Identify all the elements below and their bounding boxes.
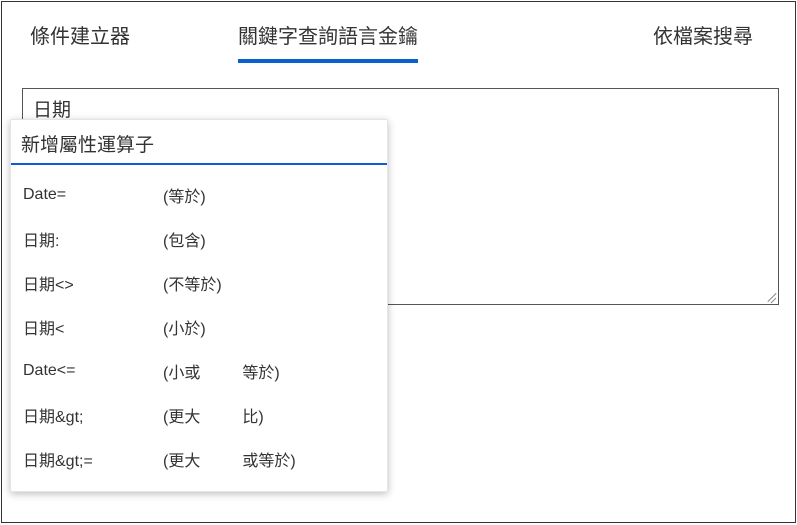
tab-kql[interactable]: 關鍵字查詢語言金鑰 — [238, 20, 418, 63]
operator-desc: (更大 — [163, 403, 200, 427]
tab-bar: 條件建立器 關鍵字查詢語言金鑰 依檔案搜尋 — [2, 2, 795, 63]
operator-desc: (包含) — [163, 227, 206, 251]
operator-key: Date<= — [23, 362, 163, 380]
dropdown-item[interactable]: 日期&gt;= (更大 或等於) — [11, 437, 387, 481]
operator-key: 日期: — [23, 227, 163, 251]
tab-search-by-file[interactable]: 依檔案搜尋 — [653, 20, 753, 63]
operator-key: 日期&gt; — [23, 403, 163, 427]
dropdown-items: Date= (等於) 日期: (包含) 日期<> (不等於) 日期< (小於) … — [11, 165, 387, 491]
operator-desc: (更大 — [163, 447, 200, 471]
operator-key: 日期< — [23, 315, 163, 339]
operator-desc: (等於) — [163, 183, 206, 207]
operator-desc-extra: 或等於) — [242, 447, 295, 471]
window-frame: 條件建立器 關鍵字查詢語言金鑰 依檔案搜尋 日期 新增屬性運算子 Date= (… — [1, 1, 796, 523]
dropdown-item[interactable]: 日期<> (不等於) — [11, 261, 387, 305]
dropdown-item[interactable]: 日期: (包含) — [11, 217, 387, 261]
operator-key: Date= — [23, 186, 163, 204]
dropdown-header: 新增屬性運算子 — [11, 120, 387, 165]
operator-desc: (小或 — [163, 359, 200, 383]
operator-key: 日期&gt;= — [23, 447, 163, 471]
dropdown-item[interactable]: 日期< (小於) — [11, 305, 387, 349]
operator-desc-extra: 等於) — [242, 359, 279, 383]
operator-desc: (小於) — [163, 315, 206, 339]
query-text-content: 日期 — [33, 95, 71, 122]
operator-desc: (不等於) — [163, 271, 222, 295]
operator-key: 日期<> — [23, 271, 163, 295]
tab-condition-builder[interactable]: 條件建立器 — [30, 20, 130, 63]
resize-handle-icon — [762, 288, 776, 302]
dropdown-item[interactable]: Date= (等於) — [11, 173, 387, 217]
operator-suggestion-dropdown: 新增屬性運算子 Date= (等於) 日期: (包含) 日期<> (不等於) 日… — [10, 119, 388, 492]
dropdown-item[interactable]: 日期&gt; (更大 比) — [11, 393, 387, 437]
operator-desc-extra: 比) — [242, 403, 263, 427]
dropdown-item[interactable]: Date<= (小或 等於) — [11, 349, 387, 393]
